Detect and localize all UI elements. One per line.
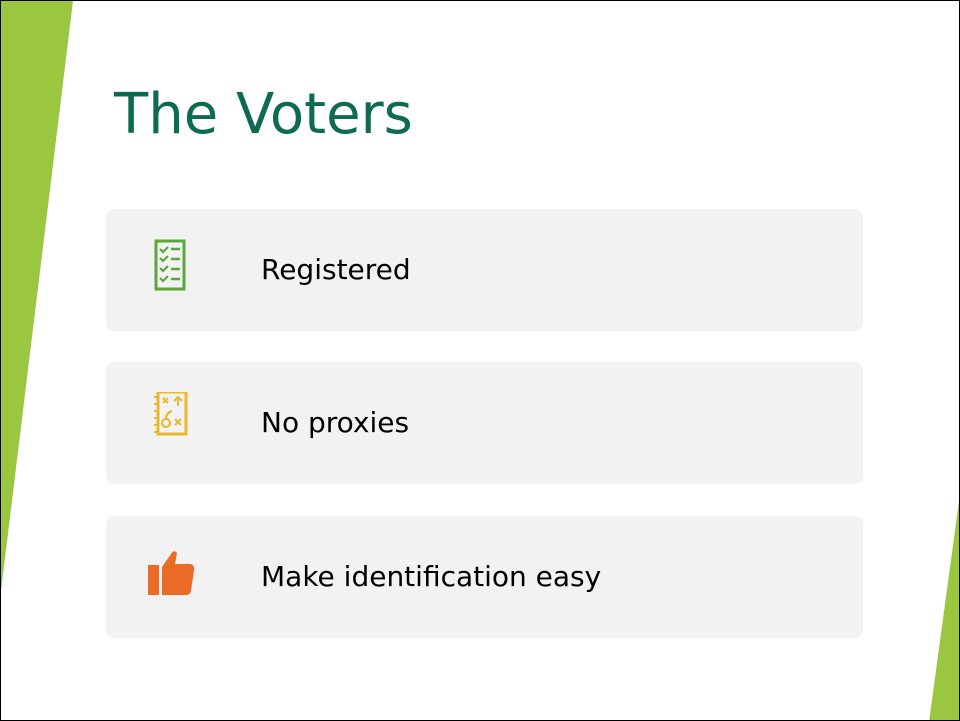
strategy-icon [154,392,188,436]
checklist-icon [154,239,186,291]
item-card-identification: Make identification easy [106,516,863,638]
right-accent-stripe [929,501,959,720]
left-accent-stripe [1,1,73,591]
item-label-identification: Make identification easy [261,560,602,593]
thumbs-up-icon [148,551,195,595]
item-card-no-proxies: No proxies [106,362,863,484]
slide: The Voters Registered No proxies Make id… [0,0,960,721]
item-label-registered: Registered [261,253,411,286]
item-label-no-proxies: No proxies [261,406,410,439]
slide-title: The Voters [114,82,413,147]
item-card-registered: Registered [106,209,863,331]
